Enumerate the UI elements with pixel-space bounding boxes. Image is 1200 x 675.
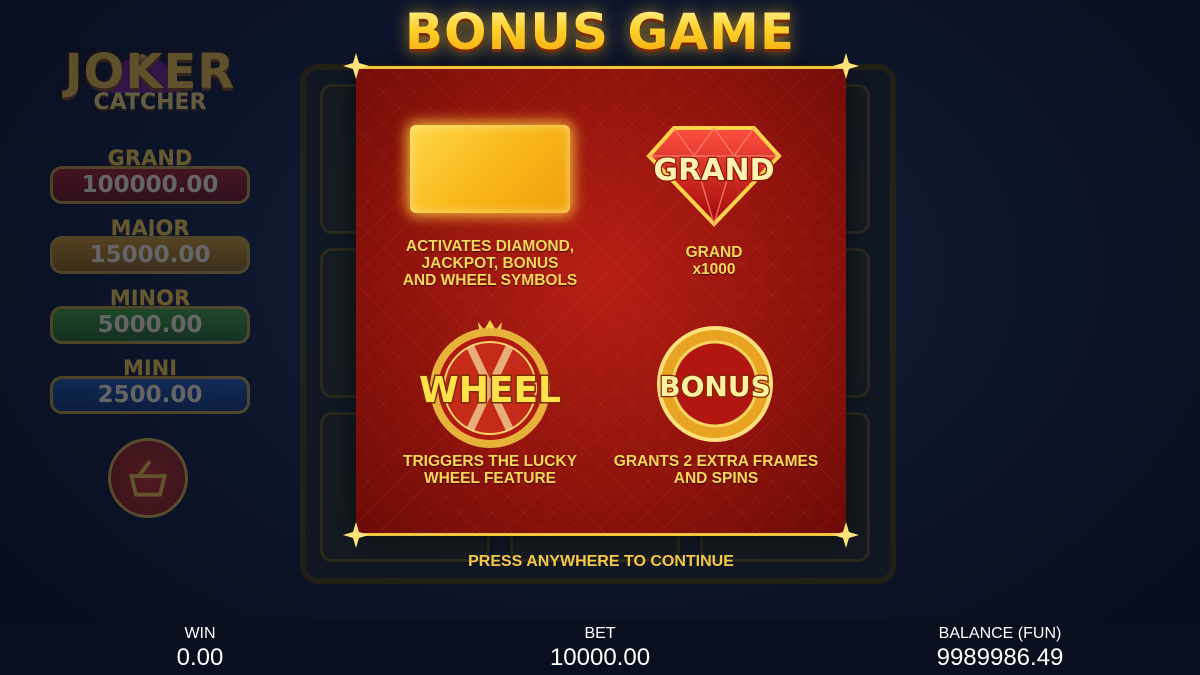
balance-stat: BALANCE (FUN) 9989986.49 xyxy=(880,624,1120,672)
logo-catcher: CATCHER xyxy=(93,90,207,115)
gold-frame-icon xyxy=(410,125,570,213)
win-stat: WIN 0.00 xyxy=(120,624,280,672)
bonus-game-title: BONUS GAME xyxy=(340,2,860,62)
bonus-description: GRANTS 2 EXTRA FRAMES AND SPINS xyxy=(613,453,819,487)
bonus-coin-icon: BONUS xyxy=(657,326,773,442)
bet-stat[interactable]: BET 10000.00 xyxy=(500,624,700,672)
win-value: 0.00 xyxy=(176,644,224,671)
grand-description: GRAND x1000 xyxy=(685,244,743,278)
basket-icon xyxy=(128,460,168,497)
grand-symbol-label: GRAND xyxy=(654,153,775,188)
bet-value: 10000.00 xyxy=(549,644,651,671)
jackpot-mini-value: 2500.00 xyxy=(50,376,250,414)
balance-label: BALANCE (FUN) xyxy=(938,625,1062,642)
balance-value: 9989986.49 xyxy=(936,644,1064,671)
bet-label: BET xyxy=(584,625,616,642)
jackpot-panel: JOKER CATCHER GRAND 100000.00 MAJOR 1500… xyxy=(40,0,260,600)
buy-feature-button[interactable] xyxy=(108,438,188,518)
bonus-symbol-label: BONUS xyxy=(659,370,770,403)
jackpot-grand-value: 100000.00 xyxy=(50,166,250,204)
win-label: WIN xyxy=(184,625,216,642)
wheel-symbol-label: WHEEL xyxy=(419,370,561,411)
wheel-icon: WHEEL xyxy=(418,320,562,448)
jackpot-major-value: 15000.00 xyxy=(50,236,250,274)
sparkle-icon xyxy=(343,522,369,548)
wheel-description: TRIGGERS THE LUCKY WHEEL FEATURE xyxy=(403,453,577,487)
jackpot-minor-value: 5000.00 xyxy=(50,306,250,344)
continue-prompt[interactable]: PRESS ANYWHERE TO CONTINUE xyxy=(356,553,846,571)
grand-diamond-icon: GRAND xyxy=(646,126,782,227)
sparkle-icon xyxy=(833,522,859,548)
gold-frame-description: ACTIVATES DIAMOND, JACKPOT, BONUS AND WH… xyxy=(402,238,578,289)
